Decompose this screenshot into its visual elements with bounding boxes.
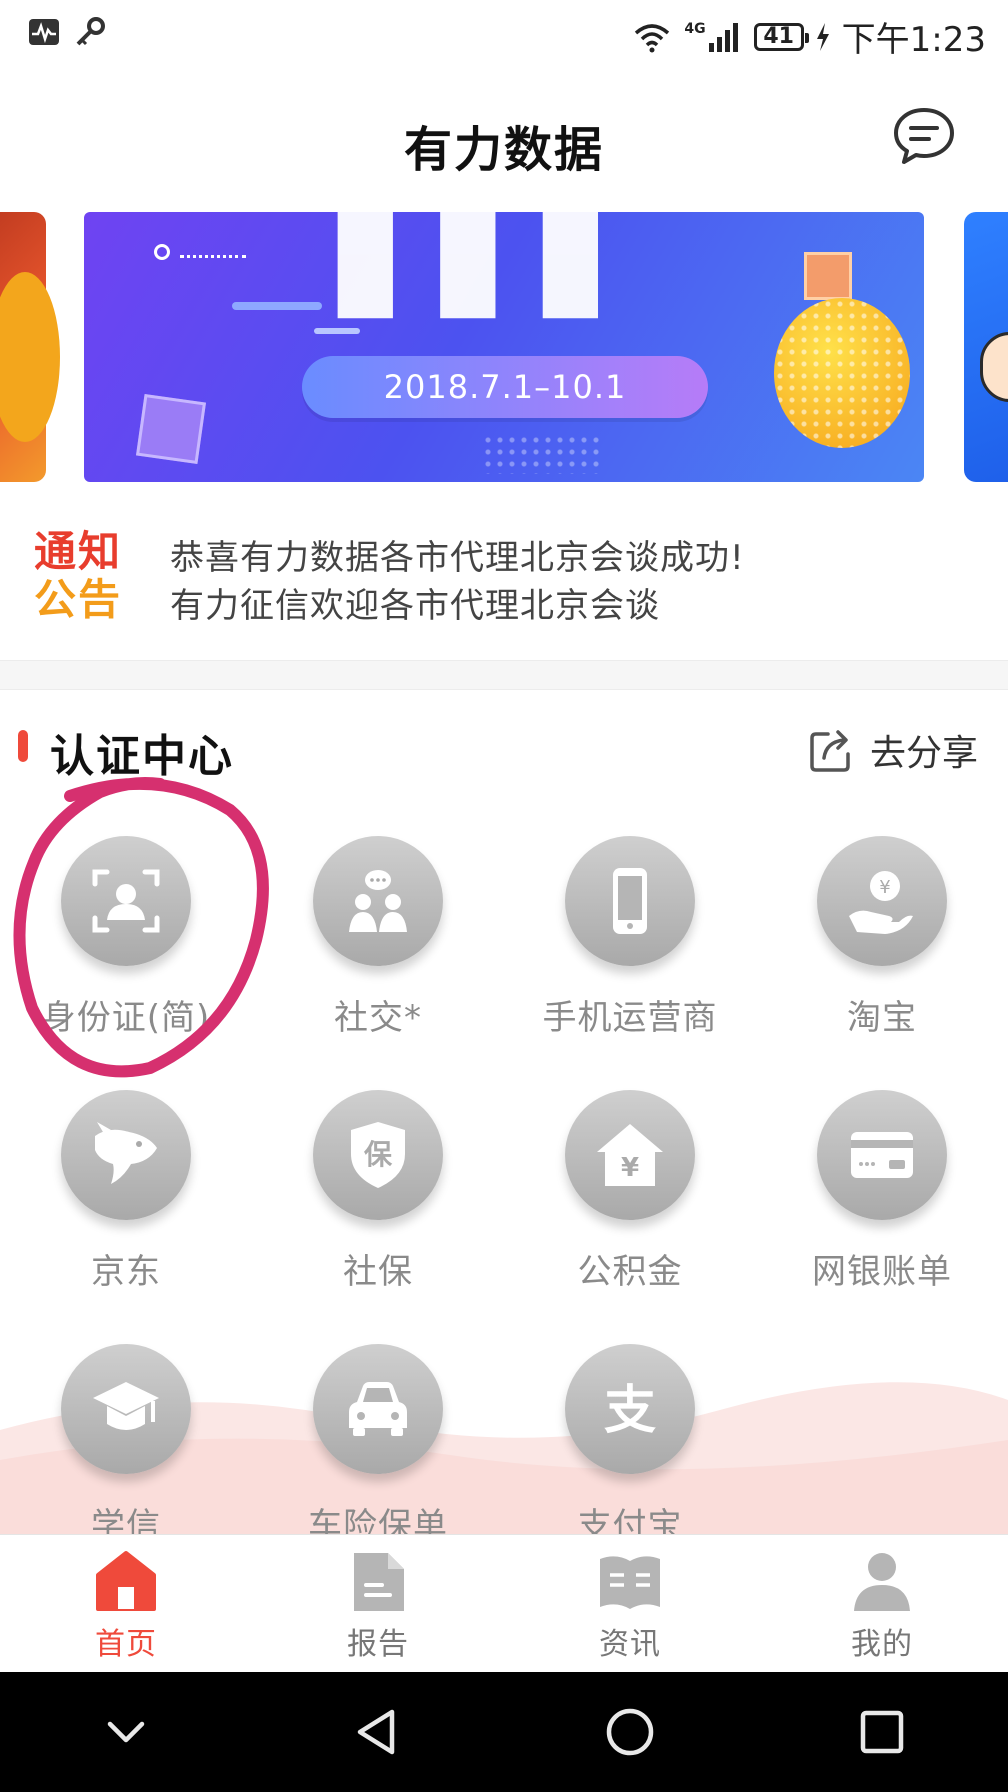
svg-text:支: 支 xyxy=(604,1381,656,1441)
recents-square-icon xyxy=(860,1710,904,1754)
auth-item-label: 车险保单 xyxy=(308,1506,448,1534)
auth-item-id-card[interactable]: 身份证(简) xyxy=(0,836,252,1088)
auth-item-mobile[interactable]: 手机运营商 xyxy=(504,836,756,1088)
wifi-icon xyxy=(635,23,670,52)
banner-cube-figure-2 xyxy=(804,252,852,300)
car-icon xyxy=(349,1382,407,1436)
auth-item-jd[interactable]: 京东 xyxy=(0,1090,252,1342)
system-navigation-bar xyxy=(0,1672,1008,1792)
tab-label: 报告 xyxy=(347,1627,409,1662)
clock-time: 下午1:23 xyxy=(841,20,986,60)
auth-item-social[interactable]: 社交* xyxy=(252,836,504,1088)
auth-item-label: 身份证(简) xyxy=(41,998,211,1038)
bottom-tab-bar: 首页 报告 资讯 我的 xyxy=(0,1534,1008,1672)
news-book-icon xyxy=(600,1556,660,1609)
svg-text:保: 保 xyxy=(364,1138,393,1171)
battery-indicator: 41 xyxy=(753,22,809,51)
tab-report[interactable]: 报告 xyxy=(252,1535,504,1672)
banner-yellow-ball xyxy=(774,298,910,448)
notice-badge-line1: 通知 xyxy=(34,527,123,576)
alipay-icon: 支 xyxy=(604,1381,656,1441)
notice-board[interactable]: 通知 公告 恭喜有力数据各市代理北京会谈成功! 有力征信欢迎各市代理北京会谈 xyxy=(0,482,1008,660)
banner-prev-slide[interactable] xyxy=(0,212,60,482)
id-card-icon xyxy=(92,869,160,933)
auth-item-label: 公积金 xyxy=(577,1252,683,1292)
hand-coin-icon: ¥ xyxy=(849,871,913,934)
network-type: 4G xyxy=(684,20,706,37)
auth-item-bank-bill[interactable]: 网银账单 xyxy=(756,1090,1008,1342)
auth-item-label: 手机运营商 xyxy=(542,998,718,1038)
system-collapse-button[interactable] xyxy=(81,1687,171,1777)
banner-date-pill: 2018.7.1–10.1 xyxy=(302,356,708,418)
tab-label: 资讯 xyxy=(599,1627,661,1662)
notice-line-2: 有力征信欢迎各市代理北京会谈 xyxy=(170,586,660,626)
banner-carousel[interactable]: ▮▮▮ 2018.7.1–10.1 xyxy=(0,212,1008,482)
page-title: 有力数据 xyxy=(403,122,604,178)
system-back-button[interactable] xyxy=(333,1687,423,1777)
banner-cube-figure xyxy=(135,393,207,465)
tab-home[interactable]: 首页 xyxy=(0,1535,252,1672)
house-yuan-icon: ¥ xyxy=(597,1124,663,1186)
notice-badge-line2: 公告 xyxy=(34,575,123,624)
graduation-cap-icon xyxy=(93,1382,159,1430)
auth-item-label: 支付宝 xyxy=(577,1506,683,1534)
share-label: 去分享 xyxy=(869,733,978,774)
svg-text:¥: ¥ xyxy=(879,877,890,898)
auth-item-label: 网银账单 xyxy=(812,1252,952,1292)
report-document-icon xyxy=(354,1553,404,1611)
banner-slide[interactable]: ▮▮▮ 2018.7.1–10.1 xyxy=(84,212,924,482)
notice-text: 恭喜有力数据各市代理北京会谈成功! 有力征信欢迎各市代理北京会谈 xyxy=(170,534,745,630)
auth-item-social-security[interactable]: 保 社保 xyxy=(252,1090,504,1342)
auth-item-label: 社交* xyxy=(334,998,422,1038)
auth-item-alipay[interactable]: 支 支付宝 xyxy=(504,1344,756,1534)
back-triangle-icon xyxy=(357,1709,395,1755)
home-icon xyxy=(96,1551,156,1611)
bank-card-icon xyxy=(851,1132,913,1178)
section-divider xyxy=(0,660,1008,690)
activity-monitor-icon xyxy=(29,19,59,45)
banner-art-text: ▮▮▮ xyxy=(324,212,632,336)
chat-bubble-icon[interactable] xyxy=(892,106,956,166)
auth-item-car-insurance[interactable]: 车险保单 xyxy=(252,1344,504,1534)
signal-icon xyxy=(708,22,738,52)
shield-bao-icon: 保 xyxy=(351,1122,405,1188)
svg-text:¥: ¥ xyxy=(621,1153,639,1183)
tab-label: 首页 xyxy=(95,1627,157,1662)
section-title: 认证中心 xyxy=(50,731,234,782)
tab-mine[interactable]: 我的 xyxy=(756,1535,1008,1672)
social-people-icon xyxy=(349,870,407,932)
banner-next-slide[interactable] xyxy=(964,212,1008,482)
key-icon xyxy=(76,17,105,46)
auth-grid: 身份证(简) 社交* 手机运营商 ¥ 淘宝 京东 保 社保 ¥ 公积金 网银账单… xyxy=(0,810,1008,1534)
app-header: 有力数据 xyxy=(0,70,1008,212)
status-bar: 4G 41 下午1:23 xyxy=(0,0,1008,70)
section-accent-mark xyxy=(18,730,28,762)
auth-item-label: 社保 xyxy=(343,1252,413,1292)
collapse-chevron-icon xyxy=(107,1721,145,1743)
notice-line-1: 恭喜有力数据各市代理北京会谈成功! xyxy=(170,538,745,578)
auth-item-housing-fund[interactable]: ¥ 公积金 xyxy=(504,1090,756,1342)
tab-label: 我的 xyxy=(851,1627,913,1662)
home-circle-icon xyxy=(606,1708,654,1756)
user-profile-icon xyxy=(854,1553,910,1611)
auth-center-header: 认证中心 去分享 xyxy=(0,690,1008,810)
tab-news[interactable]: 资讯 xyxy=(504,1535,756,1672)
system-recents-button[interactable] xyxy=(837,1687,927,1777)
auth-item-label: 淘宝 xyxy=(847,998,917,1038)
mobile-phone-icon xyxy=(613,868,647,934)
auth-item-taobao[interactable]: ¥ 淘宝 xyxy=(756,836,1008,1088)
jd-dog-icon xyxy=(95,1122,157,1184)
share-button[interactable]: 去分享 xyxy=(808,724,978,776)
auth-item-education[interactable]: 学信 xyxy=(0,1344,252,1534)
auth-item-label: 学信 xyxy=(91,1506,161,1534)
system-home-button[interactable] xyxy=(585,1687,675,1777)
share-icon xyxy=(810,730,850,772)
auth-item-label: 京东 xyxy=(91,1252,161,1292)
charging-bolt-icon xyxy=(816,22,829,51)
notice-badge: 通知 公告 xyxy=(34,528,134,624)
